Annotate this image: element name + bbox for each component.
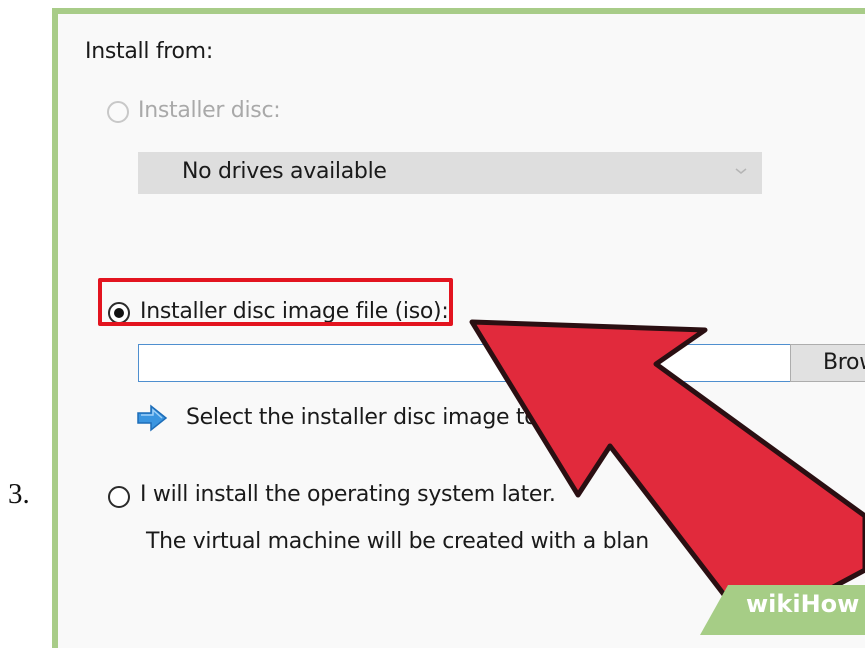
iso-path-input[interactable] xyxy=(138,344,818,382)
chevron-down-icon xyxy=(735,168,747,174)
step-number: 3. xyxy=(8,478,30,510)
install-later-radio[interactable] xyxy=(108,486,130,508)
install-from-title: Install from: xyxy=(85,39,213,64)
installer-disc-label: Installer disc: xyxy=(138,98,281,123)
install-later-description: The virtual machine will be created with… xyxy=(146,529,649,554)
install-from-panel: Install from: Installer disc: No drives … xyxy=(58,14,865,648)
arrow-right-icon xyxy=(137,404,168,432)
drive-dropdown-value: No drives available xyxy=(182,159,387,184)
dialog-frame: Install from: Installer disc: No drives … xyxy=(52,8,865,648)
wikihow-watermark: wikiHow xyxy=(700,585,865,635)
browse-button[interactable]: Brow xyxy=(790,344,865,382)
drive-dropdown[interactable]: No drives available xyxy=(138,152,762,194)
iso-hint-text: Select the installer disc image to xyxy=(186,405,538,430)
installer-disc-radio[interactable] xyxy=(107,101,129,123)
install-later-label: I will install the operating system late… xyxy=(140,482,556,507)
annotation-highlight-box xyxy=(98,278,453,326)
watermark-text: wikiHow xyxy=(746,590,860,618)
browse-button-label: Brow xyxy=(823,350,865,375)
install-later-description-tail: disk. xyxy=(693,529,743,554)
